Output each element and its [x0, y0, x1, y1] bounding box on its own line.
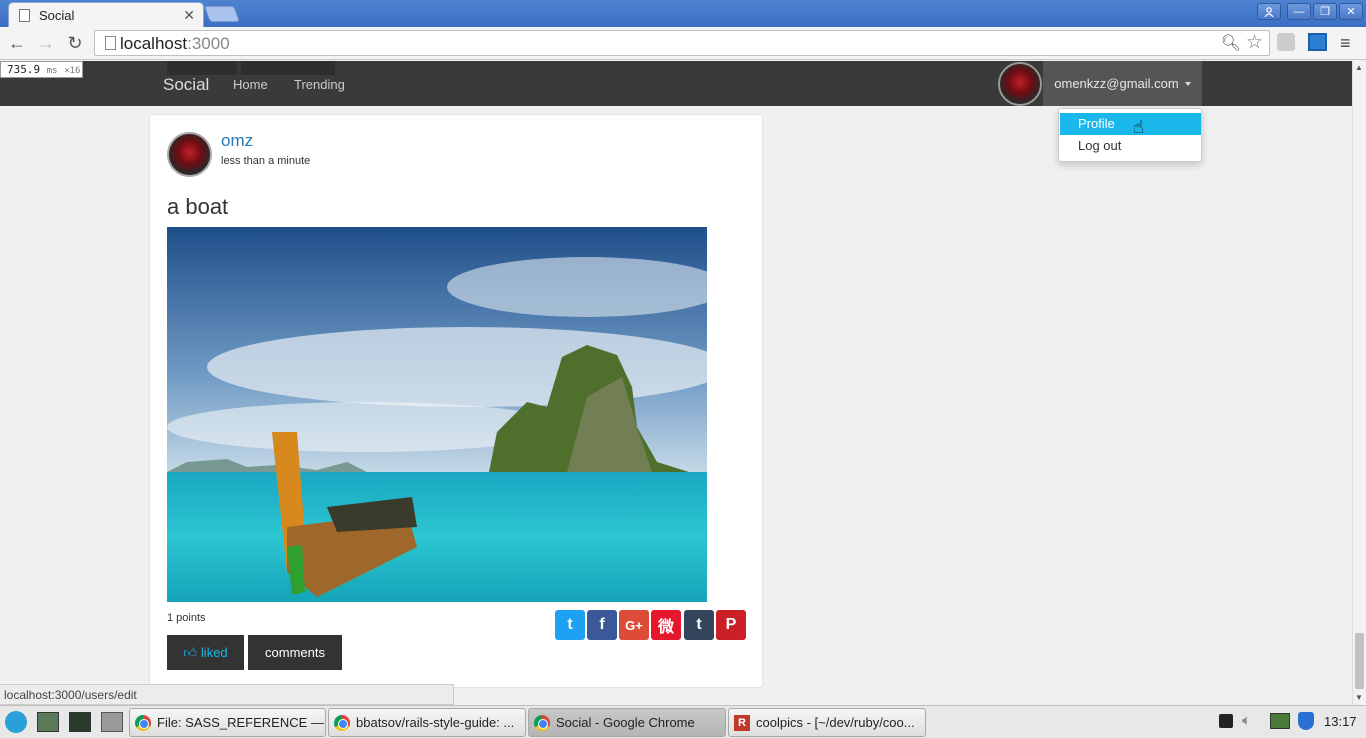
twitter-icon[interactable]: t [555, 610, 585, 640]
scroll-down-icon[interactable]: ▼ [1355, 693, 1363, 702]
avatar[interactable] [998, 62, 1042, 106]
browser-title-bar: Social ✕ — ❐ ✕ [0, 0, 1366, 27]
chrome-icon [135, 714, 151, 731]
minimize-button[interactable]: — [1287, 3, 1311, 20]
reload-button[interactable]: ↻ [64, 33, 86, 53]
task-coolpics-editor[interactable]: Rcoolpics - [~/dev/ruby/coo... [728, 708, 926, 737]
task-sass-reference[interactable]: File: SASS_REFERENCE — ... [129, 708, 326, 737]
chrome-icon [334, 714, 350, 731]
terminal-icon[interactable] [69, 712, 91, 732]
task-social-chrome[interactable]: Social - Google Chrome [528, 708, 726, 737]
nav-home[interactable]: Home [233, 77, 268, 92]
zoom-icon[interactable]: 🔍︎ [1221, 33, 1241, 53]
brand-link[interactable]: Social [163, 75, 209, 95]
post-card: omz less than a minute a boat 1 points 👍… [149, 114, 763, 688]
timing-overlay: 735.9 ms ×16 [0, 61, 83, 78]
bookmark-star-icon[interactable]: ☆ [1246, 31, 1263, 54]
post-time: less than a minute [221, 155, 311, 167]
weibo-icon[interactable]: 微 [651, 610, 681, 640]
google-plus-icon[interactable]: G+ [619, 610, 649, 640]
page-icon [105, 36, 116, 50]
tab-social[interactable]: Social ✕ [8, 2, 204, 27]
nav-trending[interactable]: Trending [294, 77, 345, 92]
extension-icon[interactable] [1277, 33, 1295, 51]
user-dropdown-menu: Profile Log out [1058, 108, 1202, 162]
start-menu-icon[interactable] [5, 711, 27, 733]
shield-icon[interactable] [1298, 712, 1314, 730]
user-dropdown-toggle[interactable]: omenkzz@gmail.com [1043, 61, 1202, 106]
address-bar[interactable]: localhost:3000 🔍︎ ☆ [94, 30, 1270, 56]
tab-title: Social [39, 7, 75, 23]
url-text: localhost:3000 [120, 34, 230, 53]
status-bubble: localhost:3000/users/edit [0, 684, 454, 705]
scroll-thumb[interactable] [1355, 633, 1364, 689]
taskbar: File: SASS_REFERENCE — ... bbatsov/rails… [0, 705, 1366, 738]
close-tab-icon[interactable]: ✕ [183, 7, 195, 24]
liked-button[interactable]: 👍︎ liked [167, 635, 244, 670]
scroll-up-icon[interactable]: ▲ [1355, 63, 1363, 72]
back-button[interactable]: ← [6, 33, 28, 53]
post-image[interactable] [167, 227, 707, 602]
site-navbar: Social Home Trending omenkzz@gmail.com [0, 61, 1352, 106]
rubymine-icon: R [734, 714, 750, 731]
user-email: omenkzz@gmail.com [1054, 76, 1179, 91]
post-title: a boat [167, 194, 229, 219]
new-tab-button[interactable] [204, 6, 240, 22]
tumblr-icon[interactable]: t [684, 610, 714, 640]
comments-button[interactable]: comments [248, 635, 342, 670]
cast-extension-icon[interactable] [1308, 33, 1327, 51]
points-count: 1 points [167, 612, 206, 624]
page-icon [19, 8, 30, 22]
close-window-button[interactable]: ✕ [1339, 3, 1363, 20]
pinterest-icon[interactable]: P [716, 610, 746, 640]
menu-item-profile[interactable]: Profile [1060, 113, 1201, 135]
facebook-icon[interactable]: f [587, 610, 617, 640]
desktop-icon[interactable] [101, 712, 123, 732]
network-icon[interactable] [1270, 713, 1290, 729]
file-manager-icon[interactable] [37, 712, 59, 732]
web-page: Social Home Trending omenkzz@gmail.com o… [0, 61, 1352, 705]
forward-button[interactable]: → [35, 33, 57, 53]
menu-icon[interactable]: ≡ [1340, 33, 1351, 54]
thumbs-up-icon: 👍︎ [183, 644, 197, 660]
restore-button[interactable]: ❐ [1313, 3, 1337, 20]
user-icon[interactable] [1257, 3, 1281, 20]
navbar-overflow [167, 61, 335, 75]
task-rails-style-guide[interactable]: bbatsov/rails-style-guide: ... [328, 708, 526, 737]
author-avatar[interactable] [167, 132, 212, 177]
volume-icon[interactable]: 🔈︎ [1242, 712, 1251, 729]
browser-toolbar: ← → ↻ localhost:3000 🔍︎ ☆ ≡ [0, 27, 1366, 60]
caret-down-icon [1184, 81, 1191, 86]
liked-label: liked [200, 645, 228, 660]
page-scrollbar[interactable]: ▲ ▼ [1352, 61, 1366, 705]
menu-item-logout[interactable]: Log out [1060, 135, 1201, 157]
author-link[interactable]: omz [221, 131, 253, 151]
chrome-icon [534, 714, 550, 731]
hand-cursor-icon: ☝︎ [1133, 117, 1144, 137]
clock: 13:17 [1324, 714, 1357, 729]
clipboard-icon[interactable] [1219, 714, 1233, 728]
